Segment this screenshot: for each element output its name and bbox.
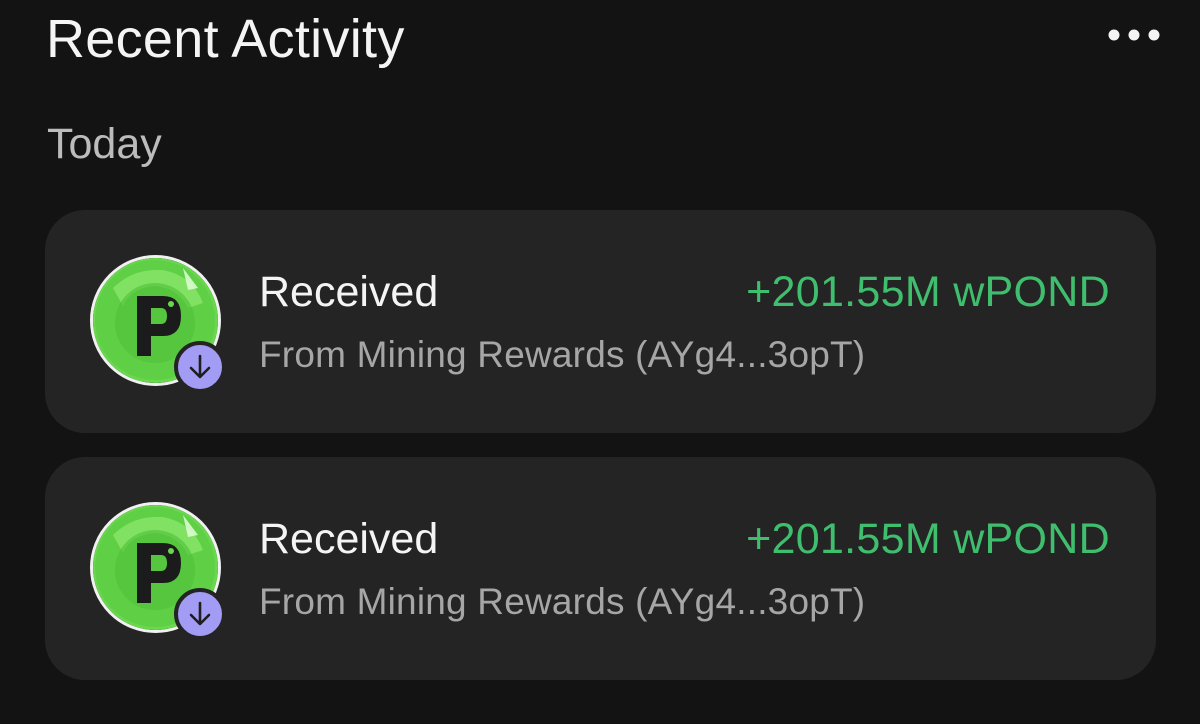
received-badge [174,588,226,640]
activity-item[interactable]: Received From Mining Rewards (AYg4...3op… [45,457,1156,680]
recent-activity-screen: Recent Activity Today Received From Mini… [0,0,1200,724]
received-badge [174,341,226,393]
activity-title: Received [259,515,439,563]
page-title: Recent Activity [46,9,405,69]
activity-amount: +201.55M wPOND [746,515,1110,563]
section-label-today: Today [47,120,162,168]
more-options-button[interactable] [1104,5,1164,65]
header: Recent Activity [46,4,1160,74]
activity-amount: +201.55M wPOND [746,268,1110,316]
activity-title: Received [259,268,439,316]
activity-subtitle: From Mining Rewards (AYg4...3opT) [259,581,866,622]
arrow-down-icon [189,354,211,379]
token-avatar [90,255,226,393]
arrow-down-icon [189,601,211,626]
activity-subtitle: From Mining Rewards (AYg4...3opT) [259,334,866,375]
more-horizontal-icon [1108,29,1160,41]
token-avatar [90,502,226,640]
activity-item[interactable]: Received From Mining Rewards (AYg4...3op… [45,210,1156,433]
